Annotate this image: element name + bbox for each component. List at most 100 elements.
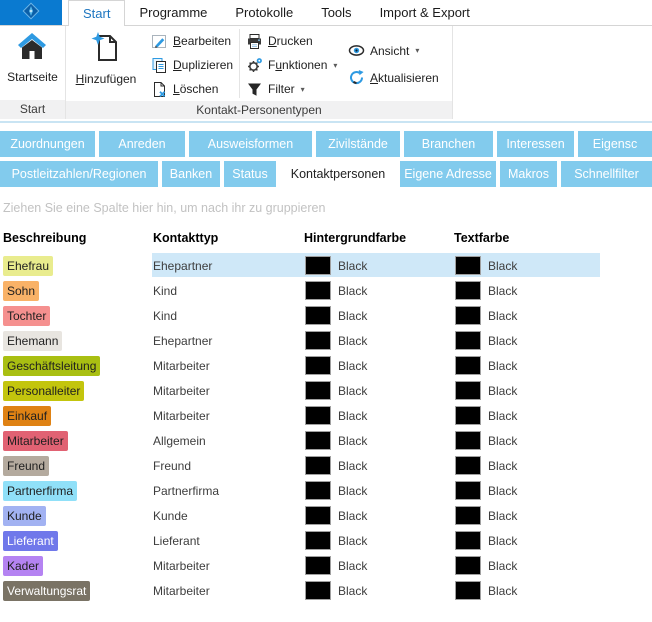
description-label: Kunde	[3, 506, 46, 526]
table-row[interactable]: Freund Freund Black Black	[2, 453, 600, 478]
background-color-cell: Black	[303, 556, 453, 575]
contact-type-cell: Ehepartner	[152, 334, 303, 348]
category-tab-strip: ZuordnungenAnredenAusweisformenZivilstän…	[0, 131, 652, 191]
app-menu-button[interactable]	[0, 0, 62, 26]
category-tab-makros[interactable]: Makros	[500, 161, 557, 187]
background-color-name: Black	[338, 409, 367, 423]
table-row[interactable]: Ehefrau Ehepartner Black Black	[2, 253, 600, 278]
contact-type-cell: Partnerfirma	[152, 484, 303, 498]
background-color-cell: Black	[303, 531, 453, 550]
aktualisieren-button[interactable]: Aktualisieren	[343, 64, 444, 91]
background-color-swatch	[305, 431, 331, 450]
background-color-swatch	[305, 406, 331, 425]
hinzufuegen-button[interactable]: Hinzufügen	[66, 26, 146, 86]
text-color-swatch	[455, 356, 481, 375]
text-color-cell: Black	[453, 406, 600, 425]
description-label: Freund	[3, 456, 49, 476]
text-color-name: Black	[488, 334, 517, 348]
menubar-tab-import-export[interactable]: Import & Export	[366, 0, 484, 26]
description-cell: Mitarbeiter	[2, 431, 152, 451]
ansicht-button[interactable]: Ansicht ▾	[343, 37, 444, 64]
category-tab-zivilst-nde[interactable]: Zivilstände	[316, 131, 400, 157]
text-color-cell: Black	[453, 481, 600, 500]
table-row[interactable]: Personalleiter Mitarbeiter Black Black	[2, 378, 600, 403]
category-tab-zuordnungen[interactable]: Zuordnungen	[0, 131, 95, 157]
contact-type-cell: Allgemein	[152, 434, 303, 448]
loeschen-button[interactable]: Löschen	[146, 77, 238, 101]
menubar-tab-programme[interactable]: Programme	[125, 0, 221, 26]
duplizieren-button[interactable]: Duplizieren	[146, 53, 238, 77]
column-header-beschreibung[interactable]: Beschreibung	[2, 231, 152, 253]
background-color-name: Black	[338, 459, 367, 473]
category-tab-banken[interactable]: Banken	[162, 161, 220, 187]
table-row[interactable]: Kader Mitarbeiter Black Black	[2, 553, 600, 578]
column-header-kontakttyp[interactable]: Kontakttyp	[152, 231, 303, 253]
menubar-tab-tools[interactable]: Tools	[307, 0, 365, 26]
category-tab-eigensc[interactable]: Eigensc	[578, 131, 652, 157]
description-cell: Tochter	[2, 306, 152, 326]
table-row[interactable]: Einkauf Mitarbeiter Black Black	[2, 403, 600, 428]
text-color-cell: Black	[453, 581, 600, 600]
table-row[interactable]: Kunde Kunde Black Black	[2, 503, 600, 528]
background-color-name: Black	[338, 509, 367, 523]
menubar-tab-start[interactable]: Start	[68, 0, 125, 26]
category-tab-eigene-adresse[interactable]: Eigene Adresse	[400, 161, 496, 187]
column-header-hintergrundfarbe[interactable]: Hintergrundfarbe	[303, 231, 453, 253]
group-by-drop-zone[interactable]: Ziehen Sie eine Spalte hier hin, um nach…	[3, 201, 325, 215]
menubar-tab-protokolle[interactable]: Protokolle	[221, 0, 307, 26]
category-tab-status[interactable]: Status	[224, 161, 276, 187]
filter-button[interactable]: Filter ▾	[241, 77, 331, 101]
category-tab-kontaktpersonen[interactable]: Kontaktpersonen	[280, 161, 396, 187]
funktionen-button[interactable]: Funktionen ▾	[241, 53, 331, 77]
description-label: Lieferant	[3, 531, 58, 551]
background-color-cell: Black	[303, 406, 453, 425]
background-color-swatch	[305, 581, 331, 600]
text-color-swatch	[455, 481, 481, 500]
ribbon: Startseite Start Hinzufügen	[0, 26, 652, 119]
table-row[interactable]: Ehemann Ehepartner Black Black	[2, 328, 600, 353]
contact-type-cell: Lieferant	[152, 534, 303, 548]
app-logo-icon	[21, 1, 41, 26]
drucken-button[interactable]: Drucken	[241, 29, 331, 53]
table-row[interactable]: Lieferant Lieferant Black Black	[2, 528, 600, 553]
table-row[interactable]: Partnerfirma Partnerfirma Black Black	[2, 478, 600, 503]
text-color-swatch	[455, 531, 481, 550]
contact-type-cell: Mitarbeiter	[152, 559, 303, 573]
table-row[interactable]: Verwaltungsrat Mitarbeiter Black Black	[2, 578, 600, 603]
column-header-textfarbe[interactable]: Textfarbe	[453, 231, 600, 253]
category-tab-branchen[interactable]: Branchen	[404, 131, 493, 157]
category-tab-interessen[interactable]: Interessen	[497, 131, 574, 157]
delete-icon	[151, 81, 168, 98]
text-color-name: Black	[488, 359, 517, 373]
category-tab-schnellfilter[interactable]: Schnellfilter	[561, 161, 652, 187]
bearbeiten-label: Bearbeiten	[173, 34, 231, 48]
background-color-swatch	[305, 306, 331, 325]
contact-type-cell: Mitarbeiter	[152, 359, 303, 373]
filter-label: Filter	[268, 82, 295, 96]
table-row[interactable]: Geschäftsleitung Mitarbeiter Black Black	[2, 353, 600, 378]
table-row[interactable]: Sohn Kind Black Black	[2, 278, 600, 303]
text-color-swatch	[455, 406, 481, 425]
text-color-cell: Black	[453, 556, 600, 575]
background-color-cell: Black	[303, 381, 453, 400]
text-color-name: Black	[488, 559, 517, 573]
category-tab-anreden[interactable]: Anreden	[99, 131, 185, 157]
text-color-name: Black	[488, 409, 517, 423]
table-row[interactable]: Mitarbeiter Allgemein Black Black	[2, 428, 600, 453]
category-tab-postleitzahlen-regionen[interactable]: Postleitzahlen/Regionen	[0, 161, 158, 187]
text-color-cell: Black	[453, 281, 600, 300]
startseite-button[interactable]: Startseite	[3, 26, 62, 84]
text-color-name: Black	[488, 534, 517, 548]
description-label: Geschäftsleitung	[3, 356, 100, 376]
background-color-swatch	[305, 281, 331, 300]
contact-type-cell: Kind	[152, 284, 303, 298]
background-color-name: Black	[338, 384, 367, 398]
background-color-name: Black	[338, 484, 367, 498]
category-tab-ausweisformen[interactable]: Ausweisformen	[189, 131, 312, 157]
background-color-swatch	[305, 506, 331, 525]
bearbeiten-button[interactable]: Bearbeiten	[146, 29, 238, 53]
background-color-swatch	[305, 331, 331, 350]
table-row[interactable]: Tochter Kind Black Black	[2, 303, 600, 328]
description-label: Personalleiter	[3, 381, 84, 401]
text-color-name: Black	[488, 484, 517, 498]
